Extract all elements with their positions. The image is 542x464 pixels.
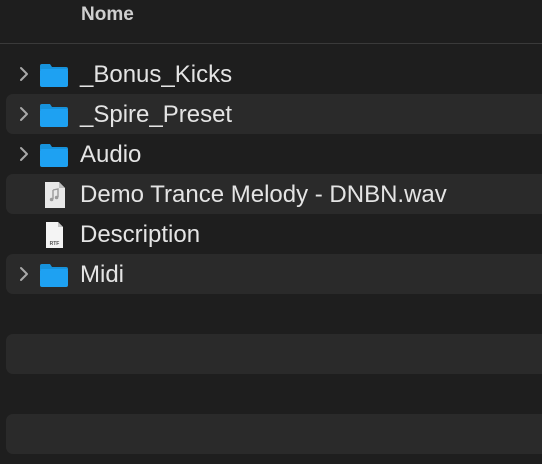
rtf-badge: RTF — [50, 241, 60, 247]
empty-row — [6, 294, 542, 334]
file-name: Midi — [80, 261, 125, 288]
folder-icon — [40, 64, 68, 87]
empty-row — [6, 334, 542, 374]
folder-icon — [40, 144, 68, 167]
empty-row — [6, 374, 542, 414]
file-name: _Bonus_Kicks — [80, 61, 233, 88]
file-row-midi[interactable]: Midi — [6, 254, 542, 294]
file-row-description[interactable]: RTF Description — [6, 214, 542, 254]
file-row-audio[interactable]: Audio — [6, 134, 542, 174]
audio-file-icon — [45, 182, 65, 208]
file-name: _Spire_Preset — [80, 101, 233, 128]
name-column-header[interactable]: Nome — [81, 4, 134, 26]
column-header-bar: Nome — [0, 0, 542, 44]
disclosure-chevron-icon[interactable] — [17, 146, 31, 162]
rtf-document-icon: RTF — [46, 222, 63, 248]
disclosure-chevron-icon[interactable] — [17, 66, 31, 82]
file-name: Description — [80, 221, 201, 248]
file-name: Demo Trance Melody - DNBN.wav — [80, 181, 447, 208]
finder-list-view: Nome _Bonus_Kicks _Spire_Preset Audio De… — [0, 0, 542, 464]
file-row-bonus-kicks[interactable]: _Bonus_Kicks — [6, 54, 542, 94]
disclosure-chevron-icon[interactable] — [17, 266, 31, 282]
folder-icon — [40, 104, 68, 127]
file-row-spire-preset[interactable]: _Spire_Preset — [6, 94, 542, 134]
file-row-demo-trance-melody[interactable]: Demo Trance Melody - DNBN.wav — [6, 174, 542, 214]
empty-row — [6, 414, 542, 454]
file-list: _Bonus_Kicks _Spire_Preset Audio Demo Tr… — [0, 54, 542, 454]
folder-icon — [40, 264, 68, 287]
disclosure-chevron-icon[interactable] — [17, 106, 31, 122]
file-name: Audio — [80, 141, 142, 168]
